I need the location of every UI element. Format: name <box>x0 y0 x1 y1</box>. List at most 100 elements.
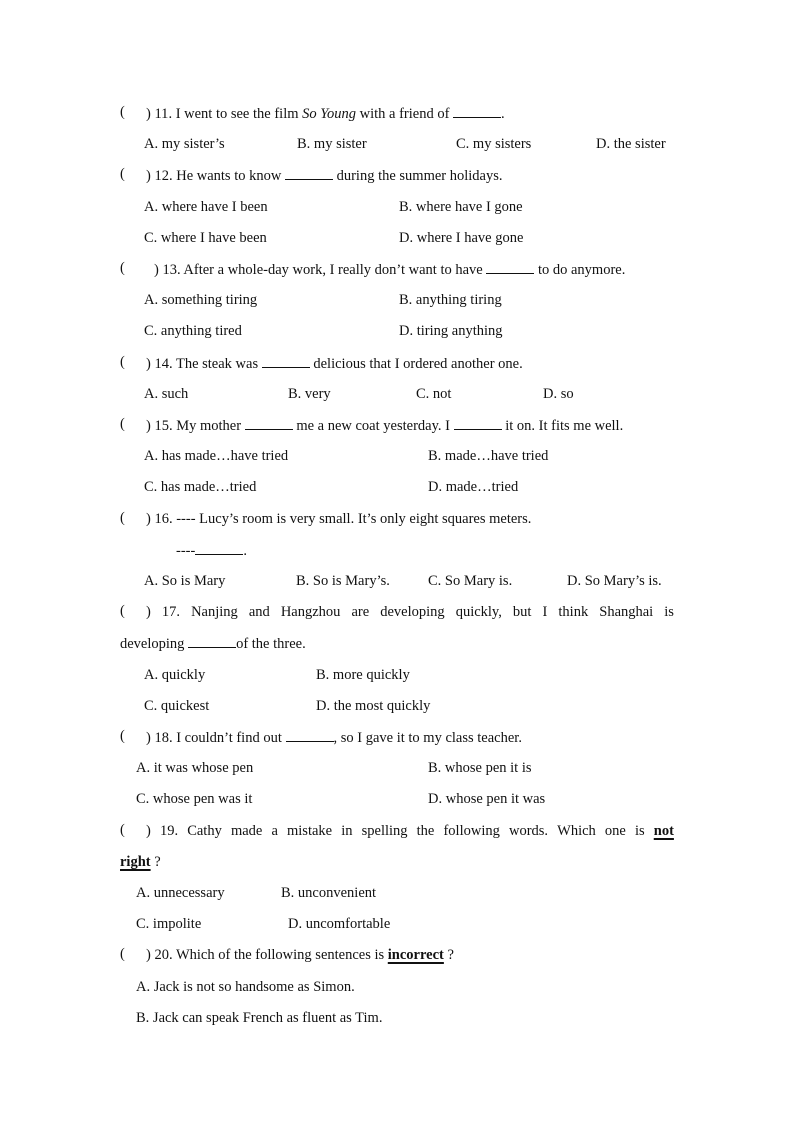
stem-word: a <box>271 823 278 839</box>
question-number: 16 <box>154 511 169 527</box>
answer-bracket-open[interactable]: ( <box>120 104 125 121</box>
option-c[interactable]: C. where I have been <box>144 229 267 247</box>
option-c[interactable]: C. has made…tried <box>144 478 256 496</box>
option-a[interactable]: A. it was whose pen <box>136 759 253 777</box>
option-b[interactable]: B. So is Mary’s. <box>296 572 390 590</box>
stem-word: following <box>443 823 500 839</box>
question-number: 13 <box>162 262 177 278</box>
stem-word: and <box>248 604 270 620</box>
option-a[interactable]: A. where have I been <box>144 198 268 216</box>
option-a[interactable]: A. Jack is not so handsome as Simon. <box>136 978 355 996</box>
bracket-close: ) <box>146 823 151 839</box>
option-a[interactable]: A. quickly <box>144 666 205 684</box>
option-c[interactable]: C. So Mary is. <box>428 572 512 590</box>
question-stem: ) 20. Which of the following sentences i… <box>146 946 454 964</box>
option-b[interactable]: B. made…have tried <box>428 447 548 465</box>
option-b[interactable]: B. more quickly <box>316 666 410 684</box>
bracket-close: ) <box>146 356 151 372</box>
stem-text: I went to see the film <box>175 106 303 122</box>
number-dot: . <box>168 356 176 372</box>
option-b[interactable]: B. where have I gone <box>399 198 523 216</box>
answer-bracket-open[interactable]: ( <box>120 603 125 620</box>
stem-text: it on. It fits me well. <box>501 418 624 434</box>
stem-word: Hangzhou <box>280 604 341 620</box>
question-stem: ) 15. My mother me a new coat yesterday.… <box>146 416 623 435</box>
reply-dashes: ---- <box>176 543 196 559</box>
option-a[interactable]: A. So is Mary <box>144 572 225 590</box>
emphasis-right: right <box>120 854 151 870</box>
stem-end: ? <box>443 947 454 963</box>
option-a[interactable]: A. my sister’s <box>144 135 225 153</box>
number-dot: . <box>168 947 176 963</box>
stem-text: me a new coat yesterday. I <box>292 418 454 434</box>
stem-word: made <box>230 823 263 839</box>
question-stem: ) 14. The steak was delicious that I ord… <box>146 354 523 373</box>
option-c[interactable]: C. quickest <box>144 697 209 715</box>
option-c[interactable]: C. anything tired <box>144 322 242 340</box>
stem-end: . <box>243 543 247 559</box>
option-c[interactable]: C. my sisters <box>456 135 531 153</box>
answer-bracket-open[interactable]: ( <box>120 728 125 745</box>
stem-word: the <box>416 823 435 839</box>
option-b[interactable]: B. whose pen it is <box>428 759 532 777</box>
option-a[interactable]: A. unnecessary <box>136 884 225 902</box>
answer-bracket-open[interactable]: ( <box>120 166 125 183</box>
option-a[interactable]: A. such <box>144 385 188 403</box>
stem-word: Nanjing <box>191 604 238 620</box>
answer-bracket-open[interactable]: ( <box>120 260 125 277</box>
stem-word: think <box>558 604 589 620</box>
option-a[interactable]: A. has made…have tried <box>144 447 288 465</box>
question-number: 17. <box>161 604 181 620</box>
option-d[interactable]: D. made…tried <box>428 478 518 496</box>
film-title: So Young <box>302 106 356 122</box>
option-b[interactable]: B. anything tiring <box>399 291 502 309</box>
stem-text: of the three. <box>236 636 306 652</box>
option-c[interactable]: C. whose pen was it <box>136 790 252 808</box>
reply-line: ----. <box>176 541 247 560</box>
stem-word: but <box>512 604 532 620</box>
option-b[interactable]: B. my sister <box>297 135 367 153</box>
option-d[interactable]: D. the most quickly <box>316 697 430 715</box>
bracket-close: ) <box>146 730 151 746</box>
question-number: 14 <box>154 356 169 372</box>
option-d[interactable]: D. tiring anything <box>399 322 503 340</box>
stem-text: ---- Lucy’s room is very small. It’s onl… <box>176 511 532 527</box>
stem-word: developing <box>380 604 445 620</box>
option-a[interactable]: A. something tiring <box>144 291 257 309</box>
option-d[interactable]: D. So Mary’s is. <box>567 572 662 590</box>
option-b[interactable]: B. unconvenient <box>281 884 376 902</box>
stem-text: He wants to know <box>176 168 285 184</box>
stem-word: I <box>542 604 548 620</box>
emphasis-not: not <box>653 823 674 839</box>
answer-bracket-open[interactable]: ( <box>120 822 125 839</box>
answer-bracket-open[interactable]: ( <box>120 510 125 527</box>
stem-text: After a whole-day work, I really don’t w… <box>183 262 487 278</box>
bracket-close: ) <box>154 262 159 278</box>
option-d[interactable]: D. whose pen it was <box>428 790 545 808</box>
stem-text: during the summer holidays. <box>332 168 503 184</box>
option-c[interactable]: C. impolite <box>136 915 201 933</box>
stem-text: Which of the following sentences is <box>175 947 388 963</box>
question-stem: ) 18. I couldn’t find out , so I gave it… <box>146 728 522 747</box>
stem-text: The steak was <box>175 356 262 372</box>
option-d[interactable]: D. where I have gone <box>399 229 523 247</box>
option-b[interactable]: B. very <box>288 385 331 403</box>
question-stem: ) 19. Cathy made a mistake in spelling t… <box>146 822 674 840</box>
answer-bracket-open[interactable]: ( <box>120 416 125 433</box>
answer-bracket-open[interactable]: ( <box>120 946 125 963</box>
option-b[interactable]: B. Jack can speak French as fluent as Ti… <box>136 1009 382 1027</box>
answer-blank <box>244 416 293 430</box>
stem-text: with a friend of <box>355 106 454 122</box>
answer-bracket-open[interactable]: ( <box>120 354 125 371</box>
option-d[interactable]: D. uncomfortable <box>288 915 390 933</box>
stem-word: in <box>341 823 353 839</box>
stem-word: spelling <box>361 823 408 839</box>
option-d[interactable]: D. so <box>543 385 574 403</box>
answer-blank <box>195 541 244 555</box>
number-dot: . <box>168 106 176 122</box>
stem-word: Which <box>557 823 596 839</box>
question-stem: ) 13. After a whole-day work, I really d… <box>154 260 625 279</box>
stem-word: quickly, <box>455 604 502 620</box>
option-c[interactable]: C. not <box>416 385 451 403</box>
option-d[interactable]: D. the sister <box>596 135 666 153</box>
